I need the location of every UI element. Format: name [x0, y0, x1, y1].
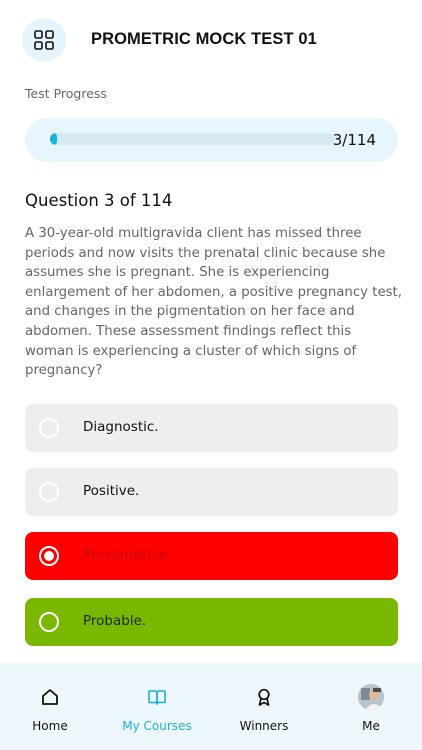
grid-icon	[34, 30, 54, 50]
nav-label: Winners	[239, 719, 289, 733]
option-label: Diagnostic.	[83, 419, 159, 435]
progress-track	[50, 133, 334, 145]
nav-item-home[interactable]: Home	[5, 663, 95, 750]
option-label: Probable.	[83, 613, 147, 629]
nav-item-my-courses[interactable]: My Courses	[112, 663, 202, 750]
option-label: Presumptive	[83, 547, 168, 563]
nav-label: Home	[32, 719, 68, 733]
progress-card: 3/114	[25, 118, 398, 162]
nav-label: Me	[362, 719, 380, 733]
radio-button[interactable]	[39, 418, 59, 438]
progress-count: 3/114	[332, 131, 376, 149]
avatar	[358, 684, 384, 710]
page-title: PROMETRIC MOCK TEST 01	[91, 30, 317, 48]
home-icon	[42, 689, 58, 705]
nav-label: My Courses	[122, 719, 192, 733]
radio-button[interactable]	[39, 546, 59, 566]
bottom-nav: Home My Courses Winners Me	[0, 663, 422, 750]
option-probable[interactable]: Probable.	[25, 598, 398, 646]
progress-label: Test Progress	[25, 86, 107, 101]
nav-item-me[interactable]: Me	[326, 663, 416, 750]
radio-button[interactable]	[39, 482, 59, 502]
nav-item-winners[interactable]: Winners	[219, 663, 309, 750]
award-icon	[258, 688, 270, 706]
progress-fill	[50, 133, 58, 145]
radio-button[interactable]	[39, 612, 59, 632]
book-icon	[148, 690, 166, 705]
question-heading: Question 3 of 114	[25, 191, 173, 210]
option-label: Positive.	[83, 483, 140, 499]
option-presumptive[interactable]: Presumptive	[25, 532, 398, 580]
option-diagnostic[interactable]: Diagnostic.	[25, 404, 398, 452]
option-positive[interactable]: Positive.	[25, 468, 398, 516]
question-text: A 30-year-old multigravida client has mi…	[25, 226, 402, 379]
menu-button[interactable]	[22, 18, 66, 62]
header: PROMETRIC MOCK TEST 01	[0, 0, 422, 82]
